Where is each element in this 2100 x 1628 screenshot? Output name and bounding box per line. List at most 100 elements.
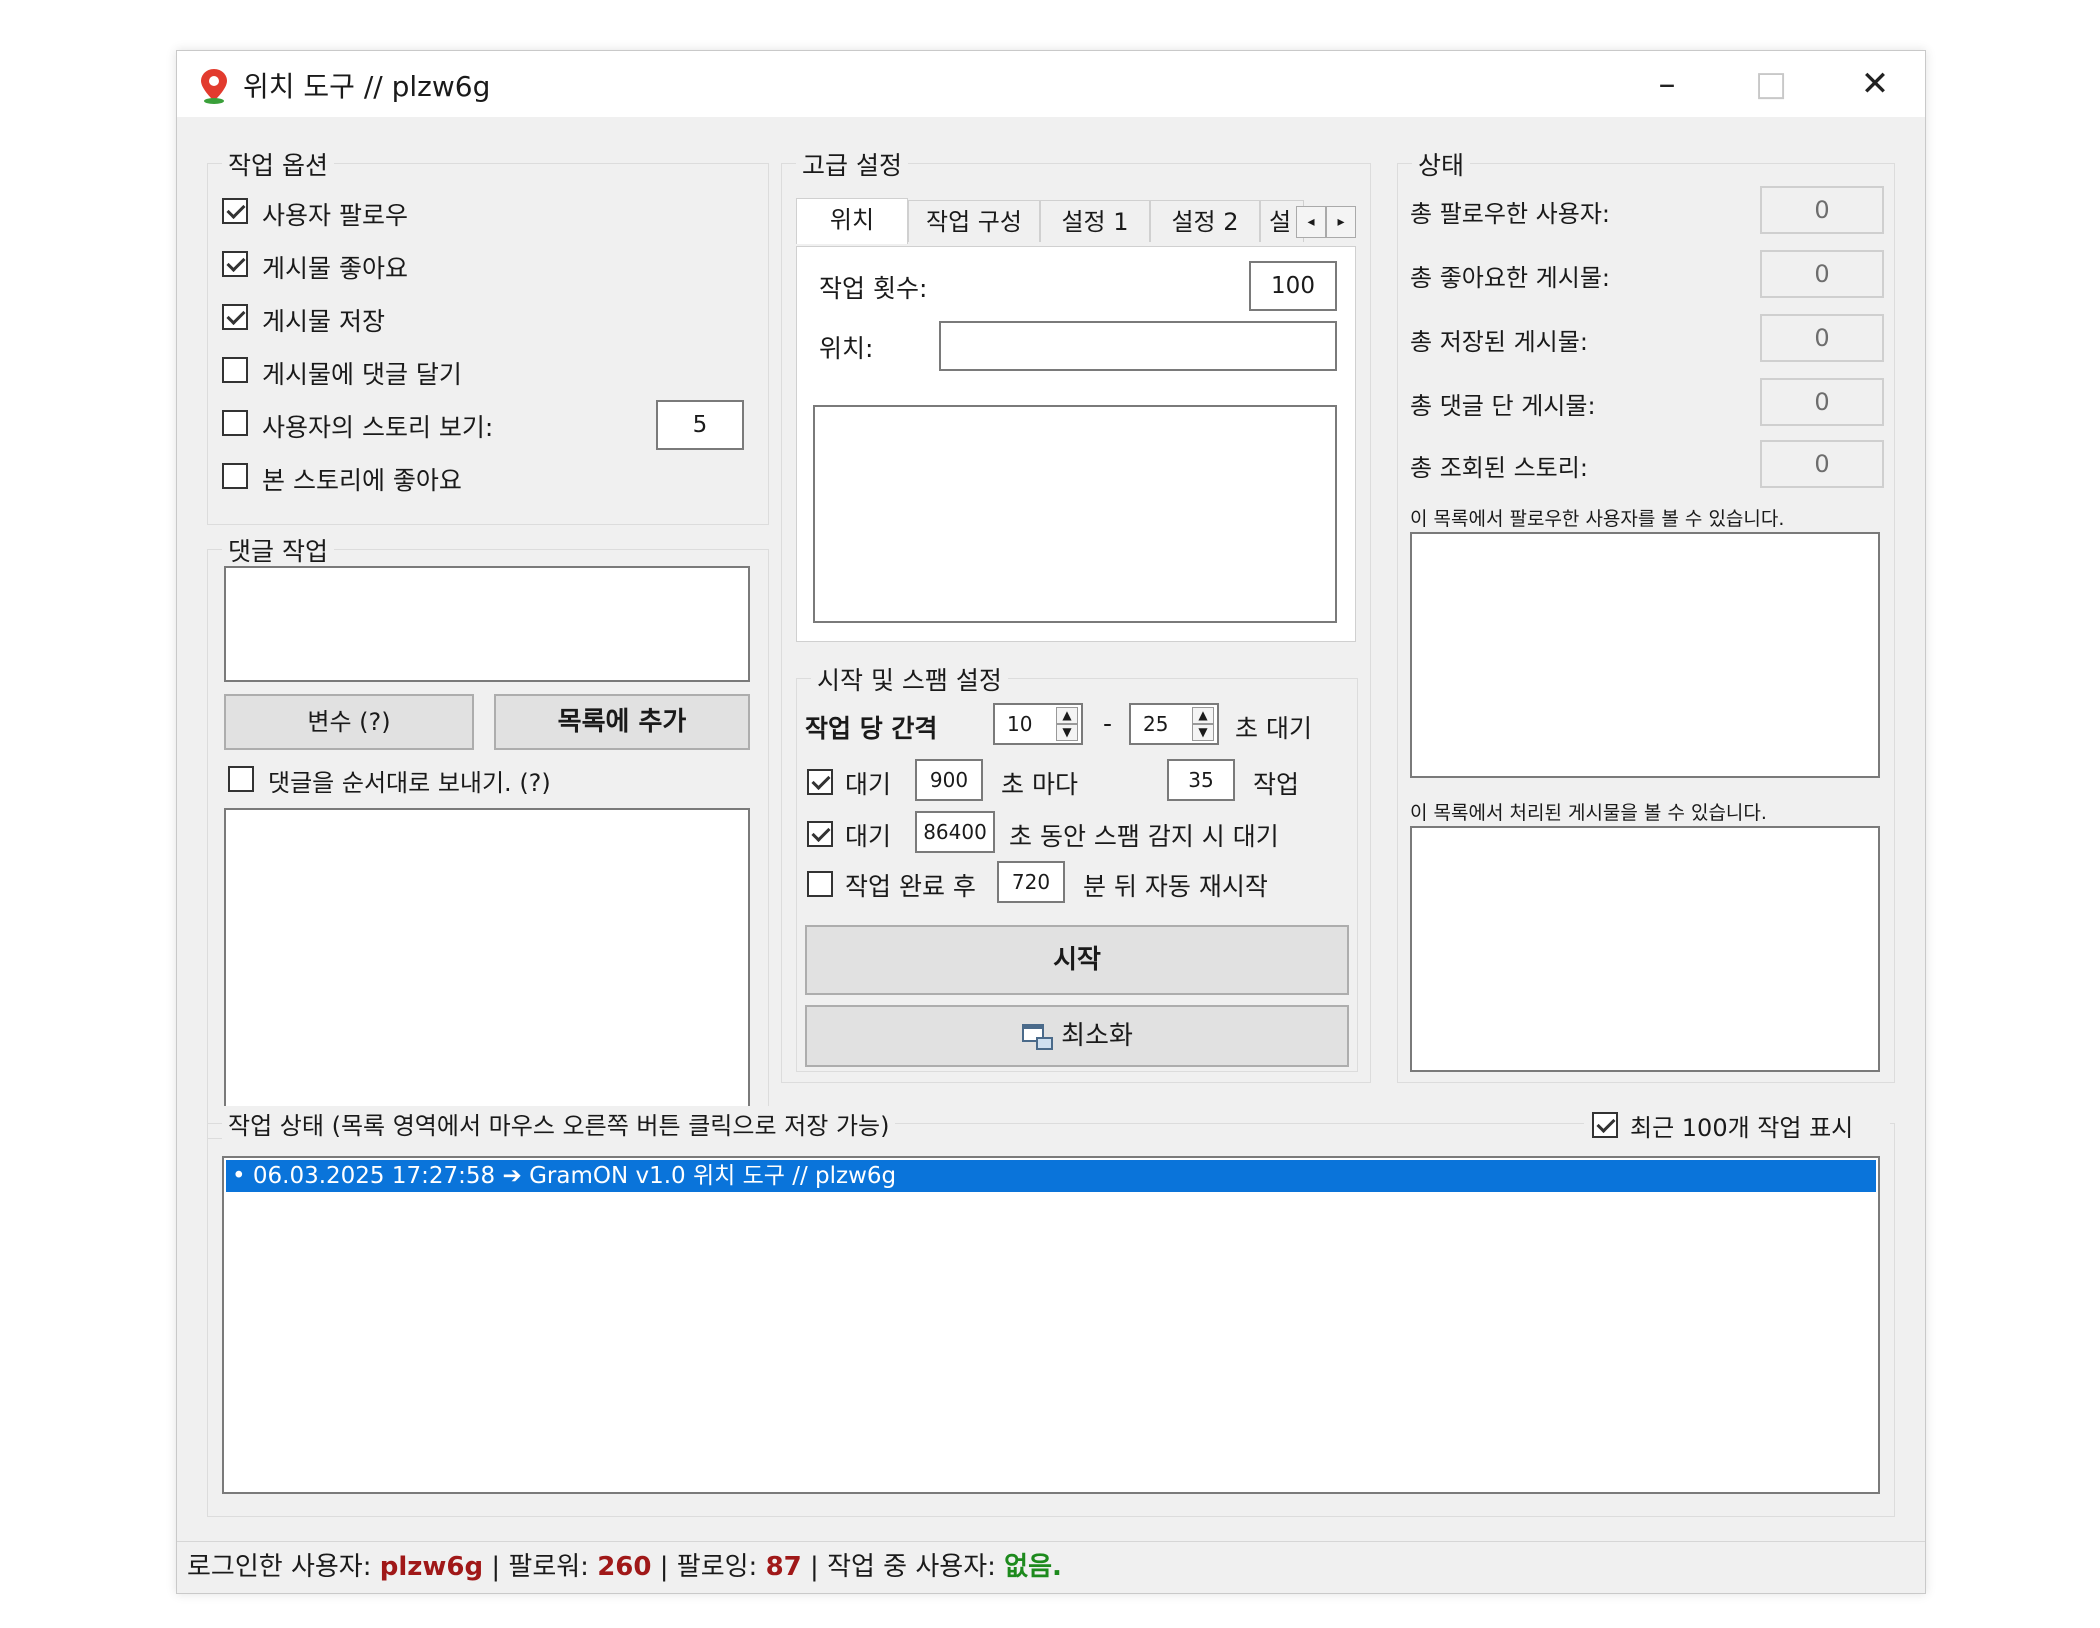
- following-count: 87: [765, 1552, 802, 1582]
- comment-input[interactable]: [224, 566, 750, 682]
- close-window-button[interactable]: ✕: [1825, 57, 1925, 111]
- comment-posts-label: 게시물에 댓글 달기: [262, 360, 462, 389]
- window-title: 위치 도구 // plzw6g: [243, 70, 491, 103]
- tab-scroll-right-button[interactable]: ▸: [1326, 206, 1356, 238]
- comment-list[interactable]: [224, 808, 750, 1122]
- follow-users-checkbox[interactable]: [222, 198, 248, 224]
- processed-list-caption: 이 목록에서 처리된 게시물을 볼 수 있습니다.: [1410, 802, 1767, 824]
- interval-suffix: 초 대기: [1235, 714, 1312, 743]
- total-stories-label: 총 조회된 스토리:: [1410, 454, 1588, 482]
- total-liked-value: 0: [1760, 250, 1884, 298]
- maximize-icon: □: [1754, 64, 1788, 104]
- advanced-tabs: 위치 작업 구성 설정 1 설정 2 설 ◂ ▸: [796, 198, 1356, 246]
- app-window: 위치 도구 // plzw6g – □ ✕ 작업 옵션 사용자 팔로우 게시물 …: [176, 50, 1926, 1594]
- followers-count: 260: [597, 1552, 652, 1582]
- status-group: 상태 총 팔로우한 사용자: 0 총 좋아요한 게시물: 0 총 저장된 게시물…: [1397, 146, 1895, 1083]
- maximize-window-button[interactable]: □: [1721, 57, 1821, 111]
- job-options-group: 작업 옵션 사용자 팔로우 게시물 좋아요 게시물 저장 게시물에 댓글 달기 …: [207, 146, 769, 525]
- total-commented-label: 총 댓글 단 게시물:: [1410, 392, 1596, 420]
- interval-label: 작업 당 간격: [805, 714, 938, 743]
- view-stories-checkbox[interactable]: [222, 410, 248, 436]
- interval-min-up[interactable]: ▲: [1056, 707, 1078, 724]
- interval-max-down[interactable]: ▼: [1192, 724, 1214, 741]
- auto-restart-input[interactable]: 720: [997, 861, 1065, 903]
- comment-posts-checkbox[interactable]: [222, 357, 248, 383]
- wait-seconds-input[interactable]: 900: [915, 759, 983, 801]
- save-posts-label: 게시물 저장: [262, 307, 385, 336]
- arrow-right-icon: ▸: [1337, 214, 1345, 230]
- wait-jobs-input[interactable]: 35: [1167, 759, 1235, 801]
- minimize-icon: –: [1658, 64, 1676, 104]
- follow-users-label: 사용자 팔로우: [262, 201, 408, 230]
- following-label: 팔로잉:: [676, 1552, 758, 1582]
- status-separator: |: [810, 1552, 819, 1582]
- tab-settings-2[interactable]: 설정 2: [1150, 200, 1260, 242]
- wait-every-checkbox[interactable]: [807, 769, 833, 795]
- add-to-list-button[interactable]: 목록에 추가: [494, 694, 750, 750]
- log-entry[interactable]: • 06.03.2025 17:27:58 ➔ GramON v1.0 위치 도…: [226, 1160, 1876, 1192]
- working-user-label: 작업 중 사용자:: [827, 1552, 996, 1582]
- job-count-input[interactable]: 100: [1249, 261, 1337, 311]
- like-stories-label: 본 스토리에 좋아요: [262, 466, 462, 495]
- wait-every-label: 대기: [845, 770, 892, 799]
- send-in-order-checkbox[interactable]: [228, 766, 254, 792]
- total-liked-label: 총 좋아요한 게시물:: [1410, 264, 1610, 292]
- start-spam-group: 시작 및 스팸 설정 작업 당 간격 10 ▲ ▼ - 25 ▲ ▼ 초 대기 …: [796, 661, 1358, 1072]
- auto-restart-suffix: 분 뒤 자동 재시작: [1083, 872, 1268, 901]
- logged-in-username: plzw6g: [379, 1552, 484, 1582]
- interval-max-up[interactable]: ▲: [1192, 707, 1214, 724]
- arrow-left-icon: ◂: [1307, 214, 1315, 230]
- recent-jobs-checkbox[interactable]: [1592, 1112, 1618, 1138]
- comment-job-title: 댓글 작업: [222, 532, 334, 568]
- interval-min-down[interactable]: ▼: [1056, 724, 1078, 741]
- like-stories-checkbox[interactable]: [222, 463, 248, 489]
- followed-users-list[interactable]: [1410, 532, 1880, 778]
- recent-jobs-toggle[interactable]: 최근 100개 작업 표시: [1584, 1106, 1890, 1142]
- job-log-list[interactable]: • 06.03.2025 17:27:58 ➔ GramON v1.0 위치 도…: [222, 1156, 1880, 1494]
- minimize-window-button[interactable]: –: [1617, 57, 1717, 111]
- location-list[interactable]: [813, 405, 1337, 623]
- logged-in-label: 로그인한 사용자:: [187, 1552, 372, 1582]
- location-input[interactable]: [939, 321, 1337, 371]
- spin-down-icon: ▼: [1198, 725, 1208, 739]
- job-status-title: 작업 상태 (목록 영역에서 마우스 오른쪽 버튼 클릭으로 저장 가능): [222, 1106, 896, 1141]
- title-bar[interactable]: 위치 도구 // plzw6g – □ ✕: [177, 51, 1925, 117]
- location-tab-panel: 작업 횟수: 100 위치:: [796, 246, 1356, 642]
- send-in-order-label: 댓글을 순서대로 보내기. (?): [268, 769, 551, 797]
- minimize-button[interactable]: 최소화: [805, 1005, 1349, 1067]
- spin-down-icon: ▼: [1062, 725, 1072, 739]
- total-commented-value: 0: [1760, 378, 1884, 426]
- spam-wait-checkbox[interactable]: [807, 821, 833, 847]
- start-button[interactable]: 시작: [805, 925, 1349, 995]
- variables-button[interactable]: 변수 (?): [224, 694, 474, 750]
- tab-scroll-left-button[interactable]: ◂: [1296, 206, 1326, 238]
- followers-label: 팔로워:: [508, 1552, 589, 1582]
- status-separator: |: [491, 1552, 501, 1582]
- auto-restart-checkbox[interactable]: [807, 871, 833, 897]
- advanced-settings-group: 고급 설정 위치 작업 구성 설정 1 설정 2 설 ◂ ▸ 작업 횟수: 10…: [781, 146, 1371, 1083]
- minimize-to-tray-icon: [1022, 1023, 1054, 1050]
- save-posts-checkbox[interactable]: [222, 304, 248, 330]
- auto-restart-label: 작업 완료 후: [845, 872, 976, 901]
- job-count-label: 작업 횟수:: [819, 274, 928, 303]
- status-separator: |: [659, 1552, 669, 1582]
- job-options-title: 작업 옵션: [222, 146, 334, 182]
- job-status-group: 작업 상태 (목록 영역에서 마우스 오른쪽 버튼 클릭으로 저장 가능) 최근…: [207, 1106, 1895, 1517]
- tab-location[interactable]: 위치: [796, 198, 908, 244]
- spin-up-icon: ▲: [1062, 708, 1072, 722]
- location-label: 위치:: [819, 334, 874, 363]
- total-followed-value: 0: [1760, 186, 1884, 234]
- processed-posts-list[interactable]: [1410, 826, 1880, 1072]
- tab-job-config[interactable]: 작업 구성: [908, 200, 1040, 242]
- view-stories-label: 사용자의 스토리 보기:: [262, 413, 494, 442]
- story-count-input[interactable]: 5: [656, 400, 744, 450]
- like-posts-label: 게시물 좋아요: [262, 254, 408, 283]
- comment-job-group: 댓글 작업 변수 (?) 목록에 추가 댓글을 순서대로 보내기. (?): [207, 532, 769, 1139]
- tab-settings-1[interactable]: 설정 1: [1040, 200, 1150, 242]
- like-posts-checkbox[interactable]: [222, 251, 248, 277]
- total-followed-label: 총 팔로우한 사용자:: [1410, 200, 1610, 228]
- status-bar: 로그인한 사용자: plzw6g | 팔로워: 260 | 팔로잉: 87 | …: [177, 1541, 1925, 1591]
- spam-wait-input[interactable]: 86400: [915, 811, 995, 853]
- spam-wait-suffix: 초 동안 스팸 감지 시 대기: [1009, 822, 1279, 851]
- wait-every-mid: 초 마다: [1001, 770, 1078, 799]
